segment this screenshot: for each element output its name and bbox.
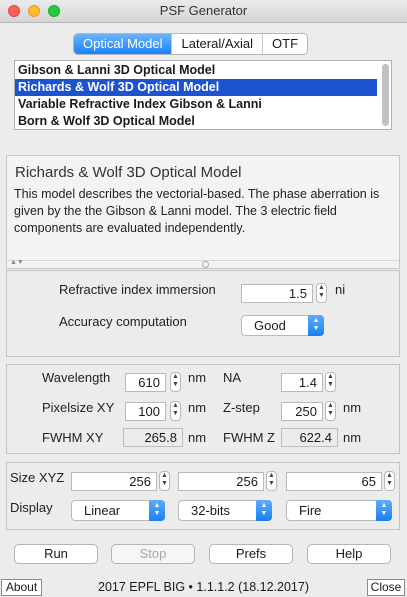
size-z-stepper[interactable]: ▲ ▼ <box>384 471 395 491</box>
tab-lateral-axial[interactable]: Lateral/Axial <box>171 34 263 54</box>
list-item[interactable]: Richards & Wolf 3D Optical Model <box>15 79 377 96</box>
model-list: Gibson & Lanni 3D Optical Model Richards… <box>14 60 392 130</box>
refractive-index-stepper[interactable]: ▲ ▼ <box>316 283 327 303</box>
fwhm-z-label: FWHM Z <box>223 430 275 445</box>
fwhm-xy-value: 265.8 <box>123 428 183 447</box>
fwhm-z-unit: nm <box>343 430 362 445</box>
refractive-index-field[interactable]: 1.5 <box>241 284 313 303</box>
refractive-index-label: Refractive index immersion <box>59 282 216 297</box>
output-panel: Size XYZ 256 ▲ ▼ 256 ▲ ▼ 65 ▲ ▼ Display Lin… <box>6 462 400 530</box>
display-label: Display <box>10 500 53 515</box>
fwhm-xy-unit: nm <box>188 430 207 445</box>
stop-button[interactable]: Stop <box>111 544 195 564</box>
prefs-button[interactable]: Prefs <box>209 544 293 564</box>
chevron-updown-icon: ▲ ▼ <box>376 500 392 521</box>
list-scrollbar[interactable] <box>382 64 389 126</box>
fwhm-z-value: 622.4 <box>281 428 338 447</box>
close-button[interactable]: Close <box>367 579 405 596</box>
wavelength-field[interactable]: 610 <box>125 373 166 392</box>
size-y-field[interactable]: 256 <box>178 472 264 491</box>
accuracy-select[interactable]: Good ▲ ▼ <box>241 315 324 336</box>
pixelsize-label: Pixelsize XY <box>42 400 115 415</box>
scale-select[interactable]: Linear ▲ ▼ <box>71 500 165 521</box>
model-description: Richards & Wolf 3D Optical Model This mo… <box>6 155 400 269</box>
fwhm-xy-label: FWHM XY <box>42 430 104 445</box>
split-divider[interactable]: ▲▼ <box>7 259 399 269</box>
scale-value: Linear <box>84 503 121 518</box>
bits-value: 32-bits <box>191 503 231 518</box>
refractive-index-unit: ni <box>335 282 346 297</box>
size-z-field[interactable]: 65 <box>286 472 382 491</box>
scrollbar-thumb[interactable] <box>382 64 389 126</box>
chevron-updown-icon: ▲ ▼ <box>256 500 272 521</box>
tab-otf[interactable]: OTF <box>262 34 308 54</box>
list-item[interactable]: Born & Wolf 3D Optical Model <box>15 113 377 130</box>
na-stepper[interactable]: ▲ ▼ <box>325 372 336 392</box>
run-button[interactable]: Run <box>14 544 98 564</box>
wavelength-label: Wavelength <box>42 370 111 385</box>
title-bar: PSF Generator <box>0 0 407 23</box>
accuracy-label: Accuracy computation <box>59 314 187 329</box>
list-item[interactable]: Variable Refractive Index Gibson & Lanni <box>15 96 377 113</box>
collapse-arrows-icon[interactable]: ▲▼ <box>10 259 24 266</box>
size-xyz-label: Size XYZ <box>10 470 65 485</box>
lut-select[interactable]: Fire ▲ ▼ <box>286 500 392 521</box>
na-label: NA <box>223 370 242 385</box>
pixelsize-stepper[interactable]: ▲ ▼ <box>170 401 181 421</box>
size-y-stepper[interactable]: ▲ ▼ <box>266 471 277 491</box>
list-item[interactable]: Gibson & Lanni 3D Optical Model <box>15 62 377 79</box>
chevron-updown-icon: ▲ ▼ <box>149 500 165 521</box>
optics-panel: Wavelength 610 ▲ ▼ nm NA 1.4 ▲ ▼ Pixelsize… <box>6 364 400 454</box>
wavelength-stepper[interactable]: ▲ ▼ <box>170 372 181 392</box>
model-parameters-panel: Refractive index immersion 1.5 ▲ ▼ ni Acc… <box>6 270 400 357</box>
size-x-field[interactable]: 256 <box>71 472 157 491</box>
zstep-field[interactable]: 250 <box>281 402 323 421</box>
lut-value: Fire <box>299 503 322 518</box>
zstep-stepper[interactable]: ▲ ▼ <box>325 401 336 421</box>
bits-select[interactable]: 32-bits ▲ ▼ <box>178 500 272 521</box>
pixelsize-unit: nm <box>188 400 207 415</box>
accuracy-value: Good <box>254 318 286 333</box>
size-x-stepper[interactable]: ▲ ▼ <box>159 471 170 491</box>
window-title: PSF Generator <box>159 3 248 18</box>
pixelsize-field[interactable]: 100 <box>125 402 166 421</box>
status-text: 2017 EPFL BIG • 1.1.1.2 (18.12.2017) <box>98 580 309 594</box>
tab-optical-model[interactable]: Optical Model <box>74 34 172 54</box>
split-handle-icon[interactable] <box>202 261 209 268</box>
chevron-updown-icon: ▲ ▼ <box>308 315 324 336</box>
zstep-unit: nm <box>343 400 362 415</box>
help-button[interactable]: Help <box>307 544 391 564</box>
about-button[interactable]: About <box>1 579 42 596</box>
wavelength-unit: nm <box>188 370 207 385</box>
description-text: This model describes the vectorial-based… <box>14 187 380 235</box>
tab-bar: Optical Model Lateral/Axial OTF <box>73 33 309 55</box>
na-field[interactable]: 1.4 <box>281 373 323 392</box>
description-title: Richards & Wolf 3D Optical Model <box>15 164 242 181</box>
status-bar: About 2017 EPFL BIG • 1.1.1.2 (18.12.201… <box>0 577 407 597</box>
zstep-label: Z-step <box>223 400 260 415</box>
